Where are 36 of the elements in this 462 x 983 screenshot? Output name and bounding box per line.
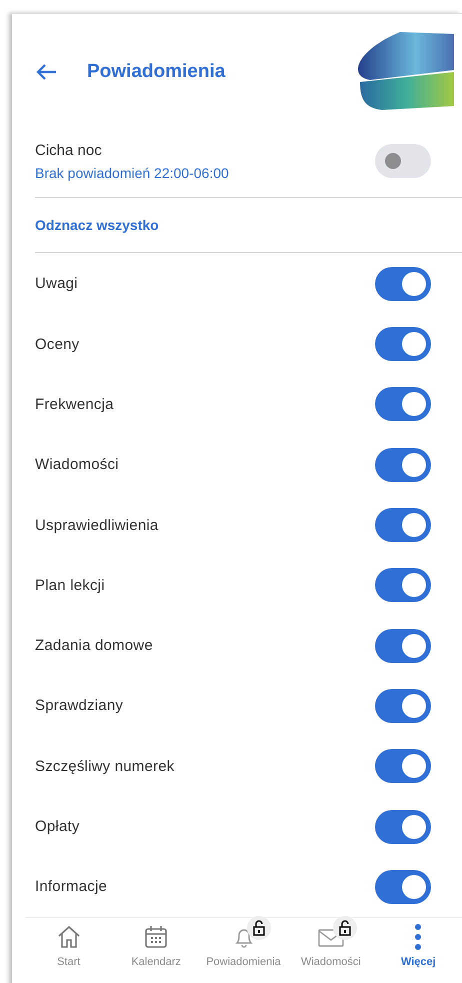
deselect-all-link[interactable]: Odznacz wszystko (35, 216, 159, 233)
setting-label: Usprawiedliwienia (35, 516, 158, 534)
calendar-icon (143, 924, 170, 950)
back-arrow-icon[interactable] (35, 62, 57, 81)
nav-tab[interactable]: Powiadomienia (200, 918, 288, 972)
toggle-switch[interactable] (375, 508, 431, 542)
setting-label: Zadania domowe (35, 637, 153, 654)
setting-label: Szczęśliwy numerek (35, 758, 174, 775)
setting-label: Oceny (35, 336, 80, 353)
toggle-switch[interactable] (375, 266, 431, 301)
nav-tab[interactable]: Start (25, 918, 112, 972)
toggle-switch[interactable] (375, 870, 431, 904)
toggle-switch[interactable] (375, 387, 431, 422)
nav-tab[interactable]: Wiadomości (287, 918, 375, 972)
setting-label: Cicha noc (35, 142, 103, 159)
page-title: Powiadomienia (87, 60, 226, 83)
setting-label: Frekwencja (35, 396, 114, 413)
toggle-switch[interactable] (375, 144, 431, 178)
nav-tab[interactable]: Kalendarz (112, 918, 200, 972)
nav-tab[interactable]: Więcej (374, 918, 462, 972)
toggle-switch[interactable] (375, 628, 431, 663)
home-icon (56, 924, 82, 950)
toggle-switch[interactable] (375, 810, 431, 844)
setting-label: Informacje (35, 878, 108, 896)
toggle-switch[interactable] (375, 448, 431, 482)
setting-label: Opłaty (35, 818, 80, 836)
toggle-switch[interactable] (375, 749, 431, 784)
setting-label: Wiadomości (35, 456, 119, 474)
setting-label: Plan lekcji (35, 576, 105, 594)
more-icon (413, 923, 424, 951)
setting-label: Uwagi (35, 275, 78, 292)
setting-label: Sprawdziany (35, 697, 124, 714)
toggle-switch[interactable] (375, 327, 431, 362)
toggle-switch[interactable] (375, 688, 431, 723)
setting-subtitle: Brak powiadomień 22:00-06:00 (35, 164, 229, 181)
toggle-switch[interactable] (375, 568, 431, 602)
